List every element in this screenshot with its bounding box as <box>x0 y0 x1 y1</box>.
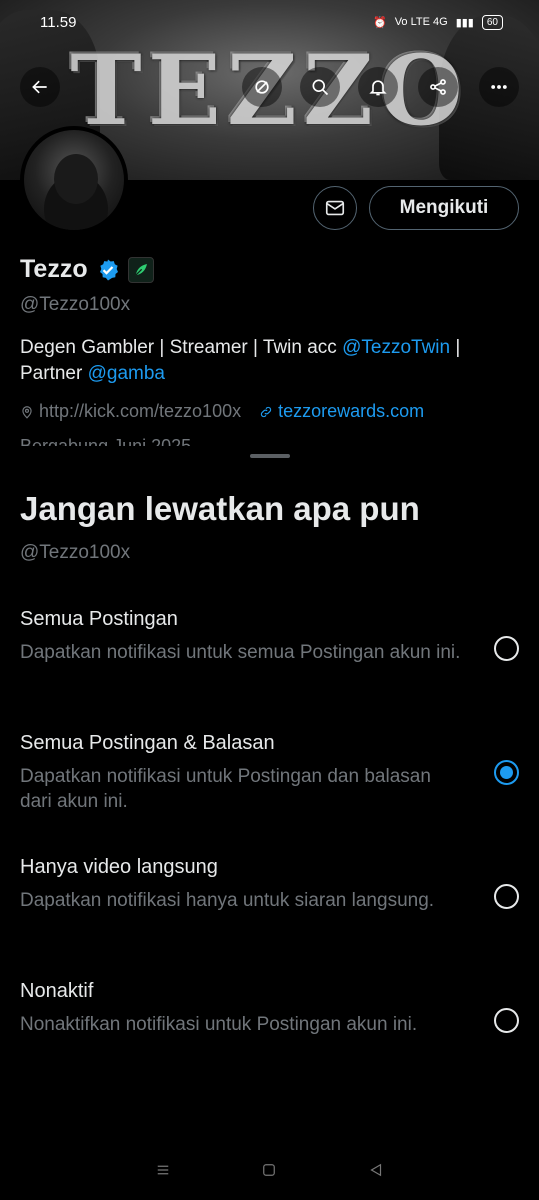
notification-button[interactable] <box>358 67 398 107</box>
sheet-title: Jangan lewatkan apa pun <box>20 490 420 527</box>
more-icon <box>491 85 507 89</box>
location-icon <box>22 405 32 419</box>
back-triangle-icon[interactable] <box>367 1161 385 1179</box>
radio-off[interactable] <box>494 1008 519 1033</box>
notification-bell-icon <box>369 80 387 96</box>
option-all-posts[interactable]: Semua Postingan Dapatkan notifikasi untu… <box>0 608 539 718</box>
signal-icon: ▮▮▮ <box>455 16 474 29</box>
option-description: Nonaktifkan notifikasi untuk Postingan a… <box>20 1014 418 1035</box>
affiliate-badge[interactable] <box>127 256 154 283</box>
option-off[interactable]: Nonaktif Nonaktifkan notifikasi untuk Po… <box>0 980 539 1090</box>
home-square-icon[interactable] <box>260 1161 278 1179</box>
grok-icon <box>255 80 269 94</box>
profile-website[interactable]: tezzorewards.com <box>259 401 424 422</box>
share-button[interactable] <box>418 67 458 107</box>
verified-badge-icon[interactable] <box>96 258 120 282</box>
option-posts-and-replies[interactable]: Semua Postingan & Balasan Dapatkan notif… <box>0 732 539 842</box>
option-title: Nonaktif <box>20 980 94 1002</box>
leaf-icon <box>134 263 147 276</box>
alarm-icon: ⏰ <box>373 16 387 29</box>
sheet-grabber[interactable] <box>250 454 290 458</box>
option-title: Semua Postingan & Balasan <box>20 732 275 754</box>
battery-indicator: 60 <box>481 14 503 30</box>
radio-posts-and-replies[interactable] <box>494 760 519 785</box>
radio-live-video-only[interactable] <box>494 884 519 909</box>
profile-location: http://kick.com/tezzo100x <box>20 401 241 422</box>
status-bar: 11.59 ⏰ Vo LTE 4G ▮▮▮ 60 <box>0 0 539 44</box>
search-button[interactable] <box>300 67 340 107</box>
location-text: http://kick.com/tezzo100x <box>39 401 242 421</box>
menu-icon[interactable] <box>154 1161 172 1179</box>
message-button[interactable] <box>313 186 357 230</box>
option-description: Dapatkan notifikasi untuk semua Postinga… <box>20 642 461 663</box>
following-button[interactable]: Mengikuti <box>369 186 519 230</box>
profile-bio: Degen Gambler | Streamer | Twin acc @Tez… <box>20 335 525 387</box>
mail-icon <box>325 200 345 216</box>
back-arrow-icon <box>32 80 47 94</box>
search-icon <box>312 79 329 96</box>
option-live-video-only[interactable]: Hanya video langsung Dapatkan notifikasi… <box>0 856 539 966</box>
profile-name-row: Tezzo <box>20 255 154 284</box>
avatar[interactable] <box>20 126 128 234</box>
profile-joined-clipped: Bergabung Juni 2025 <box>20 436 192 446</box>
more-button[interactable] <box>479 67 519 107</box>
bio-mention-twin[interactable]: @TezzoTwin <box>342 337 450 358</box>
bio-mention-gamba[interactable]: @gamba <box>88 363 165 384</box>
profile-name: Tezzo <box>20 255 88 283</box>
network-label: Vo LTE 4G <box>394 16 448 28</box>
option-description: Dapatkan notifikasi hanya untuk siaran l… <box>20 890 435 911</box>
link-icon <box>260 406 272 417</box>
share-icon <box>430 79 446 95</box>
profile-handle: @Tezzo100x <box>20 294 131 315</box>
status-time: 11.59 <box>40 13 77 31</box>
notification-settings-sheet: Jangan lewatkan apa pun @Tezzo100x Semua… <box>0 446 539 1200</box>
grok-button[interactable] <box>242 67 282 107</box>
radio-all-posts[interactable] <box>494 636 519 661</box>
option-title: Hanya video langsung <box>20 856 218 878</box>
option-title: Semua Postingan <box>20 608 178 630</box>
sheet-subtitle: @Tezzo100x <box>20 542 131 563</box>
option-description: Dapatkan notifikasi untuk Postingan dan … <box>20 766 431 812</box>
system-navigation-bar <box>0 1140 539 1200</box>
status-icons: ⏰ Vo LTE 4G ▮▮▮ 60 <box>373 14 503 30</box>
website-link[interactable]: tezzorewards.com <box>278 401 424 422</box>
bio-text: Degen Gambler | Streamer | Twin acc <box>20 337 343 358</box>
back-button[interactable] <box>20 67 60 107</box>
profile-meta-row: http://kick.com/tezzo100x tezzorewards.c… <box>20 401 424 422</box>
